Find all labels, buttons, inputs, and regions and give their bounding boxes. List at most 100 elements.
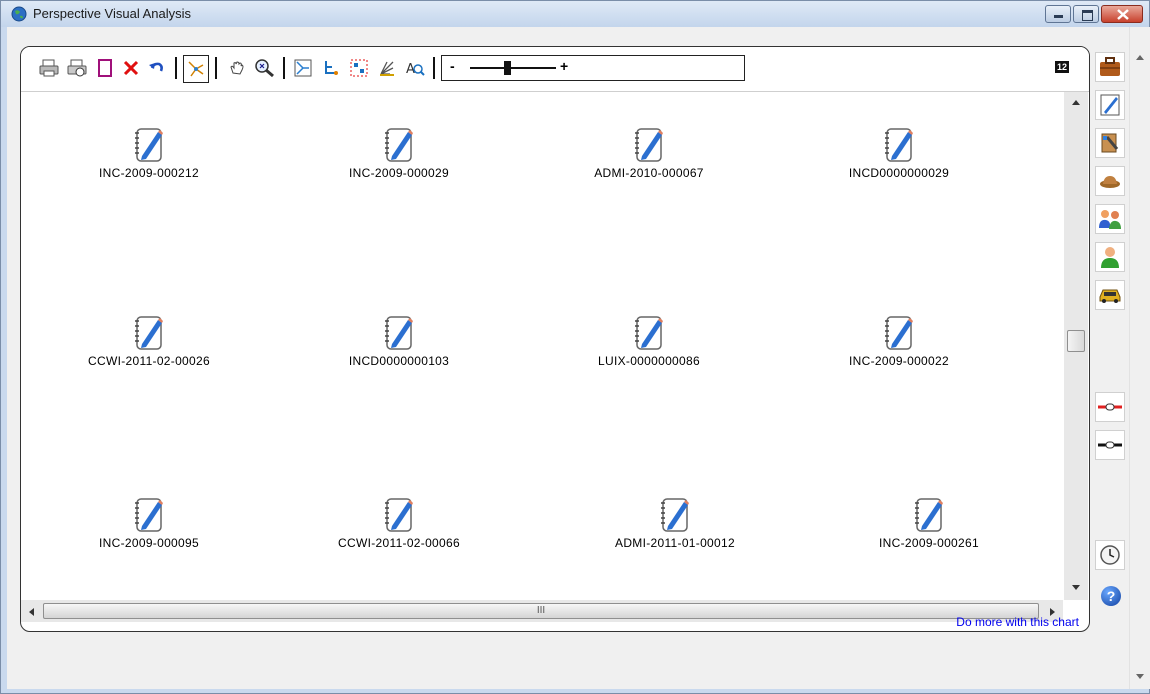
document-icon [98, 59, 112, 77]
vertical-scroll-thumb[interactable] [1067, 330, 1085, 352]
red-link-icon [1098, 403, 1122, 411]
print-button[interactable] [37, 55, 61, 81]
incident-node[interactable]: INC-2009-000022 [809, 314, 989, 368]
notepad-icon [385, 316, 413, 350]
scroll-down-arrow-icon[interactable] [1071, 584, 1081, 592]
magnifier-icon [255, 59, 274, 78]
copy-button[interactable] [93, 55, 117, 81]
incident-node[interactable]: INCD0000000029 [809, 126, 989, 180]
person-icon [1101, 247, 1119, 268]
undo-icon [149, 62, 163, 72]
notepad-icon [385, 498, 413, 532]
timeline-button[interactable] [1095, 540, 1125, 570]
briefcase-button[interactable] [1095, 52, 1125, 82]
close-window-button[interactable] [1101, 5, 1143, 23]
window-scroll-up-arrow-icon[interactable] [1135, 53, 1145, 61]
zoom-slider[interactable]: - + [441, 55, 745, 81]
incident-node[interactable]: INC-2009-000095 [59, 496, 239, 550]
incident-node[interactable]: ADMI-2010-000067 [559, 126, 739, 180]
layout-fan-button[interactable] [375, 55, 399, 81]
pencil-note-icon [1100, 94, 1120, 116]
client-area: A - + 12 INC-2009-000212 INC-2009-000029… [7, 27, 1150, 689]
find-button[interactable]: A [403, 55, 427, 81]
notepad-icon [385, 128, 413, 162]
tools-icon [1101, 133, 1119, 153]
red-link-button[interactable] [1095, 392, 1125, 422]
node-label: ADMI-2010-000067 [594, 166, 704, 180]
node-label: INC-2009-000261 [879, 536, 979, 550]
node-label: INC-2009-000095 [99, 536, 199, 550]
black-link-button[interactable] [1095, 430, 1125, 460]
slider-track [470, 67, 556, 69]
print-preview-button[interactable] [65, 55, 89, 81]
select-tool-button[interactable] [183, 55, 209, 83]
zoom-out-label[interactable]: - [450, 58, 455, 74]
node-label: INC-2009-000212 [99, 166, 199, 180]
zoom-in-label[interactable]: + [560, 58, 568, 74]
incident-node[interactable]: INC-2009-000261 [839, 496, 1019, 550]
delete-button[interactable] [119, 55, 143, 81]
toolbar-separator [283, 57, 285, 79]
notepad-icon [635, 316, 663, 350]
pan-button[interactable] [225, 55, 249, 81]
vertical-scrollbar[interactable] [1064, 92, 1088, 600]
network-select-icon [188, 61, 204, 77]
do-more-link[interactable]: Do more with this chart [956, 615, 1079, 629]
clock-icon [1100, 545, 1120, 565]
layout-line-button[interactable] [291, 55, 315, 81]
chart-panel: A - + 12 INC-2009-000212 INC-2009-000029… [20, 46, 1090, 632]
horizontal-scrollbar[interactable]: III [21, 600, 1063, 622]
layout-tree-button[interactable] [319, 55, 343, 81]
node-label: LUIX-0000000086 [598, 354, 700, 368]
find-icon: A [406, 62, 425, 77]
layout-grid-button[interactable] [347, 55, 371, 81]
right-side-panel: ? [1095, 46, 1131, 636]
incident-node[interactable]: INC-2009-000212 [59, 126, 239, 180]
page-indicator[interactable]: 12 [1055, 61, 1070, 73]
undo-button[interactable] [145, 55, 169, 81]
notepad-icon [135, 128, 163, 162]
horizontal-scroll-thumb[interactable]: III [43, 603, 1039, 619]
help-button[interactable]: ? [1101, 586, 1121, 606]
maximize-icon [1082, 10, 1093, 21]
group-button[interactable] [1095, 204, 1125, 234]
minimize-icon [1054, 15, 1063, 18]
fan-layout-icon [380, 61, 394, 76]
hand-icon [230, 61, 244, 75]
notepad-icon [915, 498, 943, 532]
incident-node[interactable]: INCD0000000103 [309, 314, 489, 368]
tools-button[interactable] [1095, 128, 1125, 158]
globe-icon [11, 6, 27, 22]
hat-button[interactable] [1095, 166, 1125, 196]
vehicle-button[interactable] [1095, 280, 1125, 310]
print-preview-icon [67, 59, 87, 77]
window-scroll-down-arrow-icon[interactable] [1135, 673, 1145, 681]
incident-node[interactable]: INC-2009-000029 [309, 126, 489, 180]
person-button[interactable] [1095, 242, 1125, 272]
window-vertical-scrollbar[interactable] [1129, 27, 1150, 689]
briefcase-icon [1100, 57, 1120, 76]
node-label: INCD0000000029 [848, 166, 950, 180]
minimize-button[interactable] [1045, 5, 1071, 23]
window-title: Perspective Visual Analysis [33, 6, 192, 21]
printer-icon [39, 59, 59, 77]
incident-node[interactable]: CCWI-2011-02-00066 [309, 496, 489, 550]
notepad-icon [885, 128, 913, 162]
layout-icon [294, 59, 312, 77]
incident-node[interactable]: ADMI-2011-01-00012 [585, 496, 765, 550]
incident-node[interactable]: LUIX-0000000086 [559, 314, 739, 368]
incident-node[interactable]: CCWI-2011-02-00026 [59, 314, 239, 368]
note-button[interactable] [1095, 90, 1125, 120]
scroll-up-arrow-icon[interactable] [1071, 98, 1081, 106]
toolbar-separator [433, 57, 435, 79]
zoom-button[interactable] [253, 55, 277, 81]
toolbar: A - + 12 [21, 47, 1089, 92]
maximize-button[interactable] [1073, 5, 1099, 23]
node-label: CCWI-2011-02-00026 [88, 354, 210, 368]
hat-icon [1100, 176, 1120, 188]
scroll-left-arrow-icon[interactable] [27, 607, 35, 617]
slider-thumb[interactable] [504, 61, 511, 75]
node-label: INC-2009-000022 [849, 354, 949, 368]
node-label: ADMI-2011-01-00012 [615, 536, 735, 550]
notepad-icon [885, 316, 913, 350]
